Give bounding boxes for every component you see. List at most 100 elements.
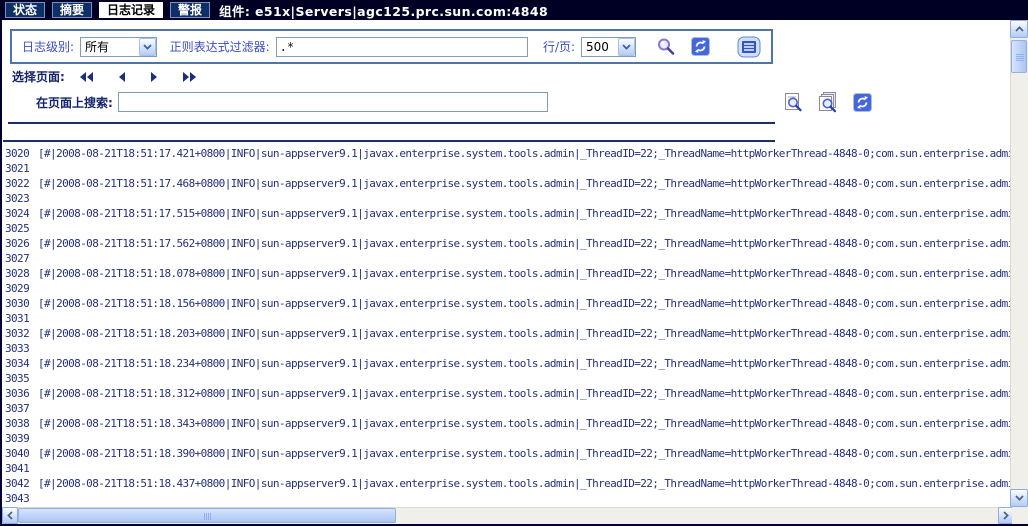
log-viewer-window: 状态摘要日志记录警报 组件: e51x|Servers|agc125.prc.s… xyxy=(0,0,1028,526)
log-row: 3040 [#|2008-08-21T18:51:18.390+0800|INFO… xyxy=(2,446,1010,461)
log-line-number: 3025 xyxy=(2,221,34,236)
log-line-number: 3042 xyxy=(2,476,34,491)
log-line-number: 3024 xyxy=(2,206,34,221)
regex-filter-input[interactable] xyxy=(276,37,528,57)
log-line-number: 3033 xyxy=(2,341,34,356)
tab-1[interactable]: 状态 xyxy=(5,2,45,18)
log-line-number: 3040 xyxy=(2,446,34,461)
log-level-label: 日志级别: xyxy=(22,38,74,55)
log-row: 3034 [#|2008-08-21T18:51:18.234+0800|INFO… xyxy=(2,356,1010,371)
tab-2[interactable]: 摘要 xyxy=(52,2,92,18)
select-page-label: 选择页面: xyxy=(12,68,65,85)
log-line-text: [#|2008-08-21T18:51:18.203+0800|INFO|sun… xyxy=(38,326,1010,341)
log-line-text: [#|2008-08-21T18:51:18.234+0800|INFO|sun… xyxy=(38,356,1010,371)
component-label: 组件: e51x|Servers|agc125.prc.sun.com:4848 xyxy=(219,1,548,20)
divider-line xyxy=(8,122,775,124)
log-line-text: [#|2008-08-21T18:51:17.515+0800|INFO|sun… xyxy=(38,206,1010,221)
log-line-number: 3028 xyxy=(2,266,34,281)
log-line-number: 3034 xyxy=(2,356,34,371)
search-page-icon[interactable] xyxy=(783,92,804,113)
log-line-text: [#|2008-08-21T18:51:18.078+0800|INFO|sun… xyxy=(38,266,1010,281)
filter-toolbar: 日志级别: 所有 正则表达式过滤器: 行/页: 500 xyxy=(10,29,773,64)
log-row: 3033 xyxy=(2,341,1010,356)
log-row: 3023 xyxy=(2,191,1010,206)
log-row: 3042 [#|2008-08-21T18:51:18.437+0800|INFO… xyxy=(2,476,1010,491)
log-line-text: [#|2008-08-21T18:51:18.156+0800|INFO|sun… xyxy=(38,296,1010,311)
log-row: 3027 xyxy=(2,251,1010,266)
vertical-scrollbar[interactable] xyxy=(1010,20,1028,507)
log-line-text: [#|2008-08-21T18:51:18.437+0800|INFO|sun… xyxy=(38,476,1010,491)
log-row: 3030 [#|2008-08-21T18:51:18.156+0800|INFO… xyxy=(2,296,1010,311)
log-row: 3037 xyxy=(2,401,1010,416)
log-row: 3021 xyxy=(2,161,1010,176)
previous-page-icon[interactable] xyxy=(118,71,126,83)
log-line-text: [#|2008-08-21T18:51:18.312+0800|INFO|sun… xyxy=(38,386,1010,401)
log-level-select[interactable]: 所有 xyxy=(80,37,157,57)
log-line-number: 3021 xyxy=(2,161,34,176)
vertical-scroll-thumb[interactable] xyxy=(1011,40,1027,73)
scroll-down-icon[interactable] xyxy=(1010,489,1028,507)
scrollbar-corner xyxy=(1012,507,1028,524)
log-row: 3038 [#|2008-08-21T18:51:18.343+0800|INFO… xyxy=(2,416,1010,431)
log-line-text: [#|2008-08-21T18:51:18.390+0800|INFO|sun… xyxy=(38,446,1010,461)
last-page-icon[interactable] xyxy=(182,71,197,83)
log-row: 3025 xyxy=(2,221,1010,236)
log-row: 3029 xyxy=(2,281,1010,296)
log-row: 3032 [#|2008-08-21T18:51:18.203+0800|INFO… xyxy=(2,326,1010,341)
log-row: 3028 [#|2008-08-21T18:51:18.078+0800|INFO… xyxy=(2,266,1010,281)
log-row: 3022[#|2008-08-21T18:51:17.468+0800|INFO… xyxy=(2,176,1010,191)
scroll-left-icon[interactable] xyxy=(2,507,18,524)
log-line-number: 3041 xyxy=(2,461,34,476)
log-entries-list: 3020[#|2008-08-21T18:51:17.421+0800|INFO… xyxy=(2,144,1010,507)
log-line-number: 3032 xyxy=(2,326,34,341)
log-window-icon[interactable] xyxy=(737,36,761,58)
log-line-number: 3036 xyxy=(2,386,34,401)
log-line-number: 3037 xyxy=(2,401,34,416)
first-page-icon[interactable] xyxy=(79,71,94,83)
refresh-icon[interactable] xyxy=(691,37,710,56)
log-row: 3031 xyxy=(2,311,1010,326)
tab-3[interactable]: 日志记录 xyxy=(99,2,163,18)
log-row: 3020[#|2008-08-21T18:51:17.421+0800|INFO… xyxy=(2,146,1010,161)
log-row: 3039 xyxy=(2,431,1010,446)
log-level-selected-value: 所有 xyxy=(81,38,139,55)
log-row: 3043 xyxy=(2,491,1010,506)
search-on-page-label: 在页面上搜索: xyxy=(36,94,113,111)
log-line-number: 3023 xyxy=(2,191,34,206)
masthead-bar: 状态摘要日志记录警报 组件: e51x|Servers|agc125.prc.s… xyxy=(0,0,1028,20)
search-icon[interactable] xyxy=(656,37,676,57)
log-row: 3036 [#|2008-08-21T18:51:18.312+0800|INFO… xyxy=(2,386,1010,401)
log-line-number: 3035 xyxy=(2,371,34,386)
log-line-text: [#|2008-08-21T18:51:17.421+0800|INFO|sun… xyxy=(38,146,1010,161)
search-action-icons xyxy=(783,92,872,113)
search-on-page-row: 在页面上搜索: xyxy=(36,92,548,112)
log-row: 3026[#|2008-08-21T18:51:17.562+0800|INFO… xyxy=(2,236,1010,251)
log-row: 3024 [#|2008-08-21T18:51:17.515+0800|INFO… xyxy=(2,206,1010,221)
regex-filter-label: 正则表达式过滤器: xyxy=(170,38,270,55)
horizontal-scrollbar[interactable] xyxy=(2,507,1014,524)
tab-4[interactable]: 警报 xyxy=(170,2,210,18)
log-line-number: 3027 xyxy=(2,251,34,266)
rows-per-page-label: 行/页: xyxy=(543,38,575,55)
rows-per-page-select[interactable]: 500 xyxy=(581,37,636,57)
refresh-icon[interactable] xyxy=(853,93,872,112)
divider-line xyxy=(3,140,775,142)
next-page-icon[interactable] xyxy=(150,71,158,83)
search-on-page-input[interactable] xyxy=(118,92,548,112)
log-line-number: 3030 xyxy=(2,296,34,311)
search-all-pages-icon[interactable] xyxy=(817,92,840,113)
horizontal-scroll-thumb[interactable] xyxy=(18,508,396,523)
rows-per-page-selected-value: 500 xyxy=(582,40,618,54)
log-line-number: 3039 xyxy=(2,431,34,446)
log-line-number: 3043 xyxy=(2,491,34,506)
scroll-up-icon[interactable] xyxy=(1010,20,1028,38)
log-line-number: 3038 xyxy=(2,416,34,431)
chevron-down-icon[interactable] xyxy=(139,38,156,56)
content-frame: 日志级别: 所有 正则表达式过滤器: 行/页: 500 xyxy=(0,20,1028,526)
page-selector-row: 选择页面: xyxy=(12,68,197,85)
log-line-number: 3031 xyxy=(2,311,34,326)
log-line-text: [#|2008-08-21T18:51:18.343+0800|INFO|sun… xyxy=(38,416,1010,431)
chevron-down-icon[interactable] xyxy=(618,38,635,56)
log-row: 3035 xyxy=(2,371,1010,386)
log-line-number: 3022 xyxy=(2,176,34,191)
